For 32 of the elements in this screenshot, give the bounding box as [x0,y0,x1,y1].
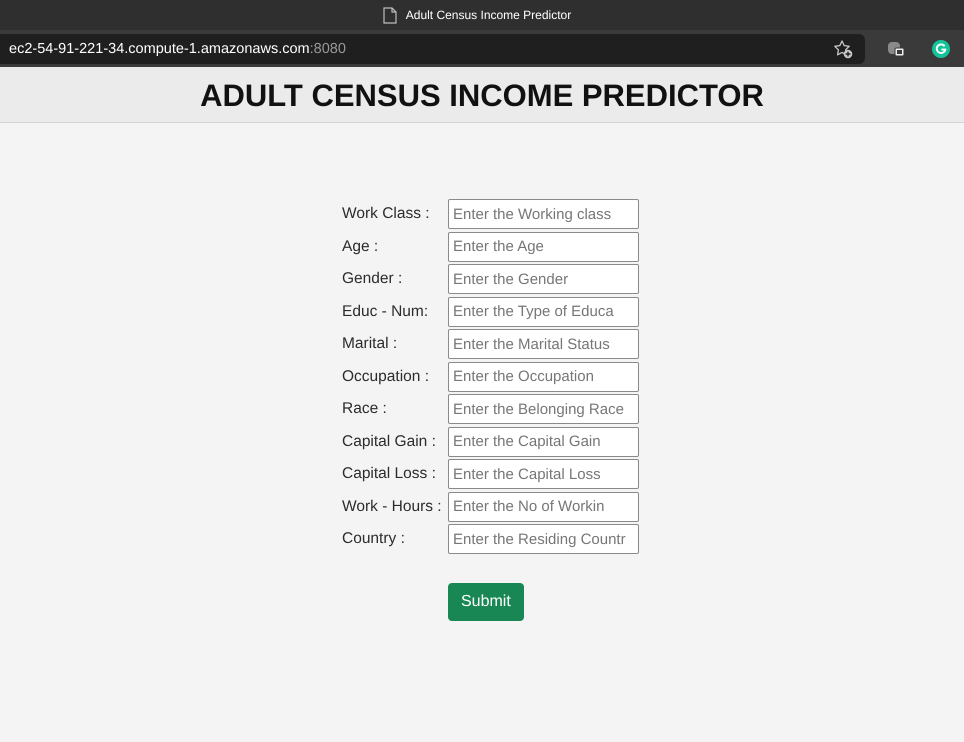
field-label: Marital : [342,335,398,353]
input-field[interactable]: Enter the Age [448,232,639,262]
page-title: ADULT CENSUS INCOME PREDICTOR [200,77,764,114]
field-label: Occupation : [342,368,430,386]
star-add-icon[interactable] [833,38,853,58]
input-field[interactable]: Enter the Type of Educa [448,296,639,326]
input-field[interactable]: Enter the Occupation [448,362,639,392]
input-field[interactable]: Enter the Belonging Race [448,394,639,424]
input-field[interactable]: Enter the Capital Gain [448,426,639,456]
url-host-text: ec2-54-91-221-34.compute-1.amazonaws.com [9,40,310,56]
field-label: Work Class : [342,205,431,223]
url-port-text: :8080 [310,40,346,56]
document-icon [382,6,397,24]
input-field[interactable]: Enter the Working class [448,199,639,229]
field-label: Capital Loss : [342,465,437,483]
submit-button[interactable]: Submit [448,582,524,620]
field-label: Age : [342,238,380,256]
input-field[interactable]: Enter the Capital Loss [448,459,639,489]
address-field[interactable]: ec2-54-91-221-34.compute-1.amazonaws.com:8080 [0,34,865,64]
input-field[interactable]: Enter the No of Workin [448,492,639,522]
field-label: Country : [342,530,406,548]
field-label: Capital Gain : [342,432,437,450]
extension-icon[interactable] [886,40,905,56]
input-field[interactable]: Enter the Residing Countr [448,524,639,554]
field-label: Educ - Num: [342,302,430,320]
field-label: Gender : [342,270,404,288]
field-label: Work - Hours : [342,498,443,516]
tab-title: Adult Census Income Predictor [406,8,572,22]
input-field[interactable]: Enter the Gender [448,264,639,294]
input-field[interactable]: Enter the Marital Status [448,329,639,359]
field-label: Race : [342,400,388,418]
g-circle-icon[interactable] [932,40,950,58]
